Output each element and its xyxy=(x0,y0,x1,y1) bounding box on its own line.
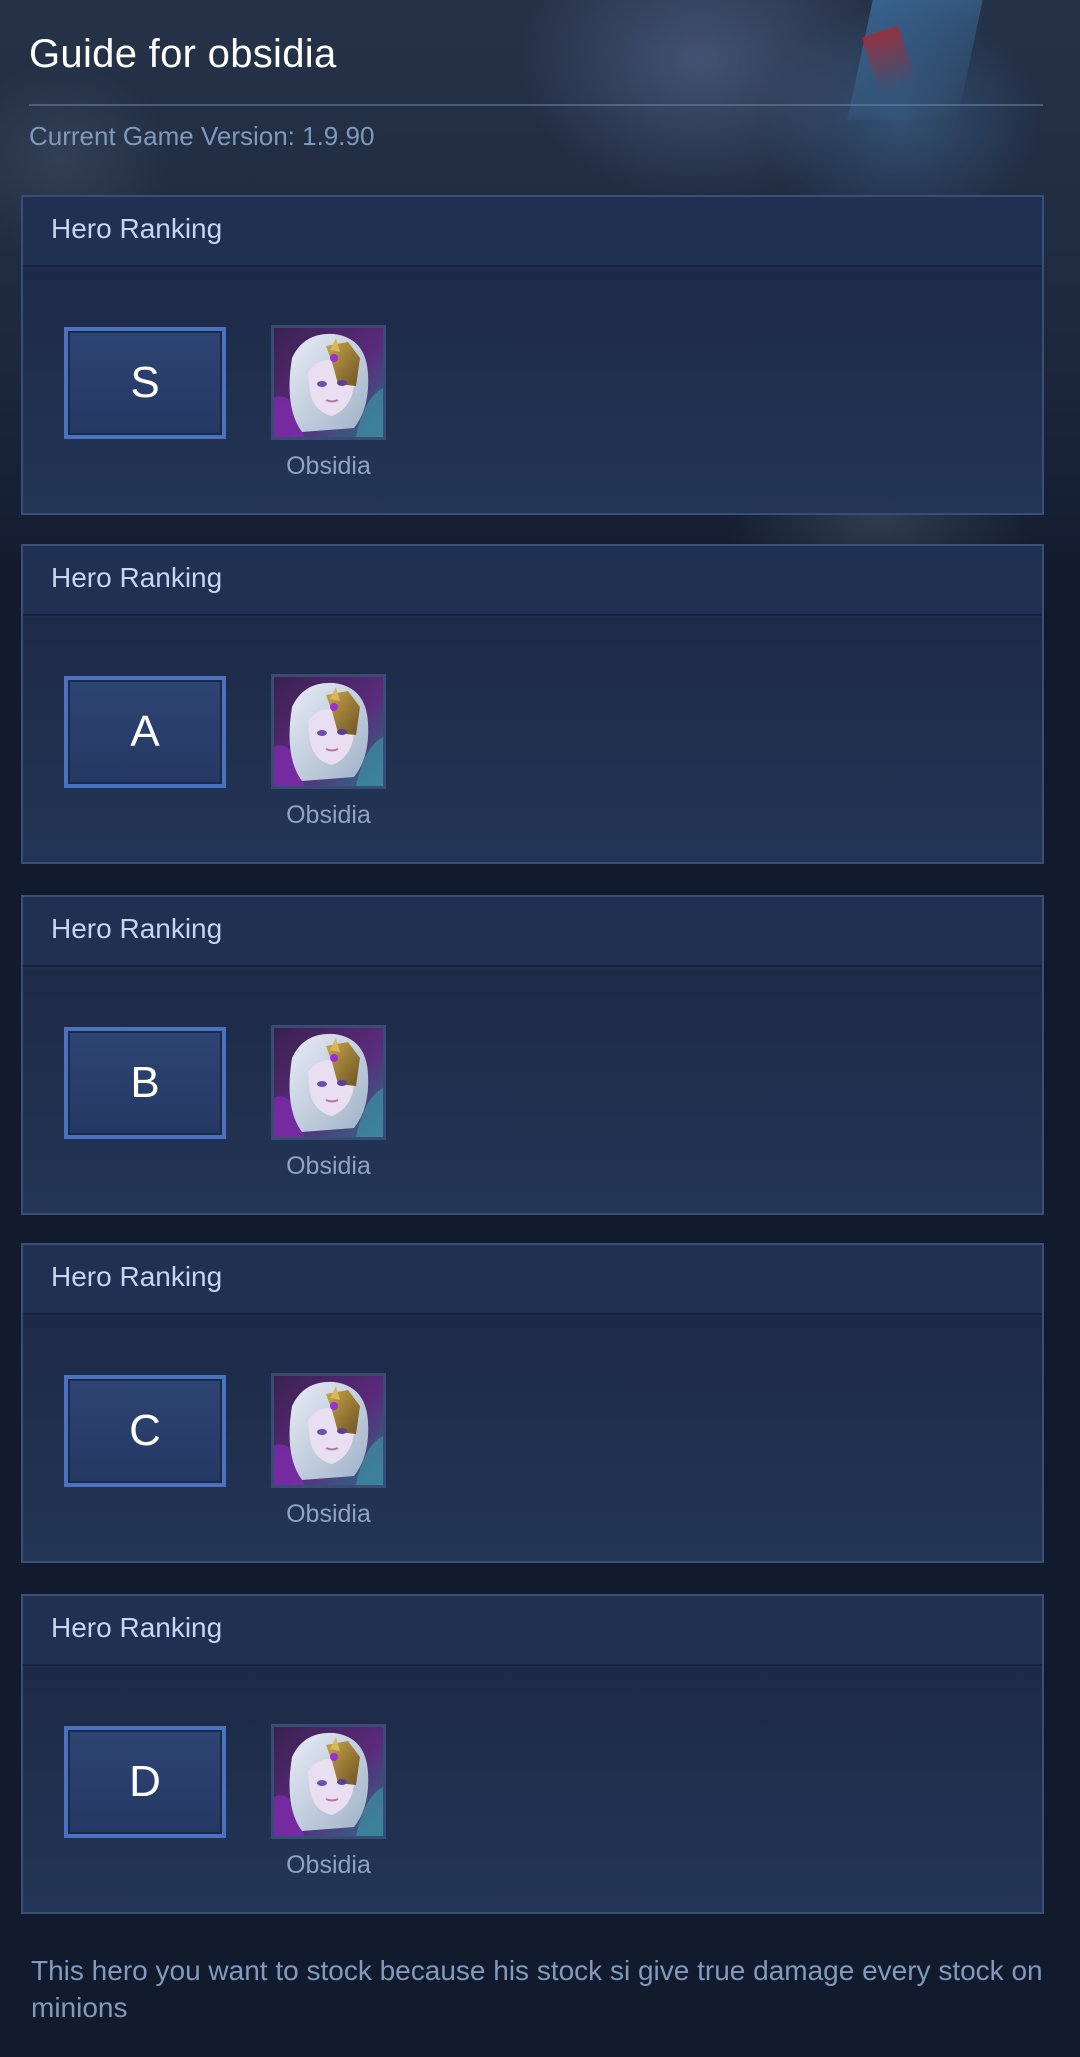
hero-description: This hero you want to stock because his … xyxy=(31,1955,1043,2023)
tier-badge: C xyxy=(64,1375,226,1487)
hero-ranking-card: Hero Ranking C Obsidia xyxy=(21,1243,1044,1563)
card-header: Hero Ranking xyxy=(23,197,1042,267)
hero-portrait-icon[interactable] xyxy=(271,325,386,440)
hero-portrait-icon[interactable] xyxy=(271,1373,386,1488)
card-body: D Obsidia xyxy=(23,1668,1042,1912)
card-body: S Obsidia xyxy=(23,269,1042,513)
hero-ranking-card: Hero Ranking D Obsidia xyxy=(21,1594,1044,1914)
tier-badge: D xyxy=(64,1726,226,1838)
tier-badge: S xyxy=(64,327,226,439)
hero-portrait-icon[interactable] xyxy=(271,1025,386,1140)
tier-badge: A xyxy=(64,676,226,788)
card-title: Hero Ranking xyxy=(51,1261,223,1292)
card-title: Hero Ranking xyxy=(51,913,223,944)
card-header: Hero Ranking xyxy=(23,1596,1042,1666)
card-header: Hero Ranking xyxy=(23,546,1042,616)
hero-name: Obsidia xyxy=(286,1152,371,1180)
tier-badge: B xyxy=(64,1027,226,1139)
game-version-label: Current Game Version: 1.9.90 xyxy=(29,121,375,151)
card-body: C Obsidia xyxy=(23,1317,1042,1561)
card-title: Hero Ranking xyxy=(51,562,223,593)
hero-portrait-icon[interactable] xyxy=(271,674,386,789)
hero-name: Obsidia xyxy=(286,1500,371,1528)
card-header: Hero Ranking xyxy=(23,1245,1042,1315)
tier-letter: B xyxy=(130,1058,160,1107)
hero-ranking-card: Hero Ranking A Obsidia xyxy=(21,544,1044,864)
guide-page: Guide for obsidia Current Game Version: … xyxy=(0,0,1080,2057)
hero-portrait-icon[interactable] xyxy=(271,1724,386,1839)
tier-letter: A xyxy=(130,707,160,756)
header-divider xyxy=(29,104,1043,106)
card-title: Hero Ranking xyxy=(51,213,223,244)
tier-letter: S xyxy=(130,358,160,407)
card-body: A Obsidia xyxy=(23,618,1042,862)
hero-name: Obsidia xyxy=(286,801,371,829)
page-header: Guide for obsidia xyxy=(29,22,1043,86)
card-title: Hero Ranking xyxy=(51,1612,223,1643)
card-body: B Obsidia xyxy=(23,969,1042,1213)
hero-ranking-card: Hero Ranking S Obsidia xyxy=(21,195,1044,515)
hero-ranking-card: Hero Ranking B Obsidia xyxy=(21,895,1044,1215)
page-title: Guide for obsidia xyxy=(29,32,337,76)
tier-letter: D xyxy=(129,1757,161,1806)
hero-name: Obsidia xyxy=(286,1851,371,1879)
card-header: Hero Ranking xyxy=(23,897,1042,967)
hero-name: Obsidia xyxy=(286,452,371,480)
tier-letter: C xyxy=(129,1406,161,1455)
